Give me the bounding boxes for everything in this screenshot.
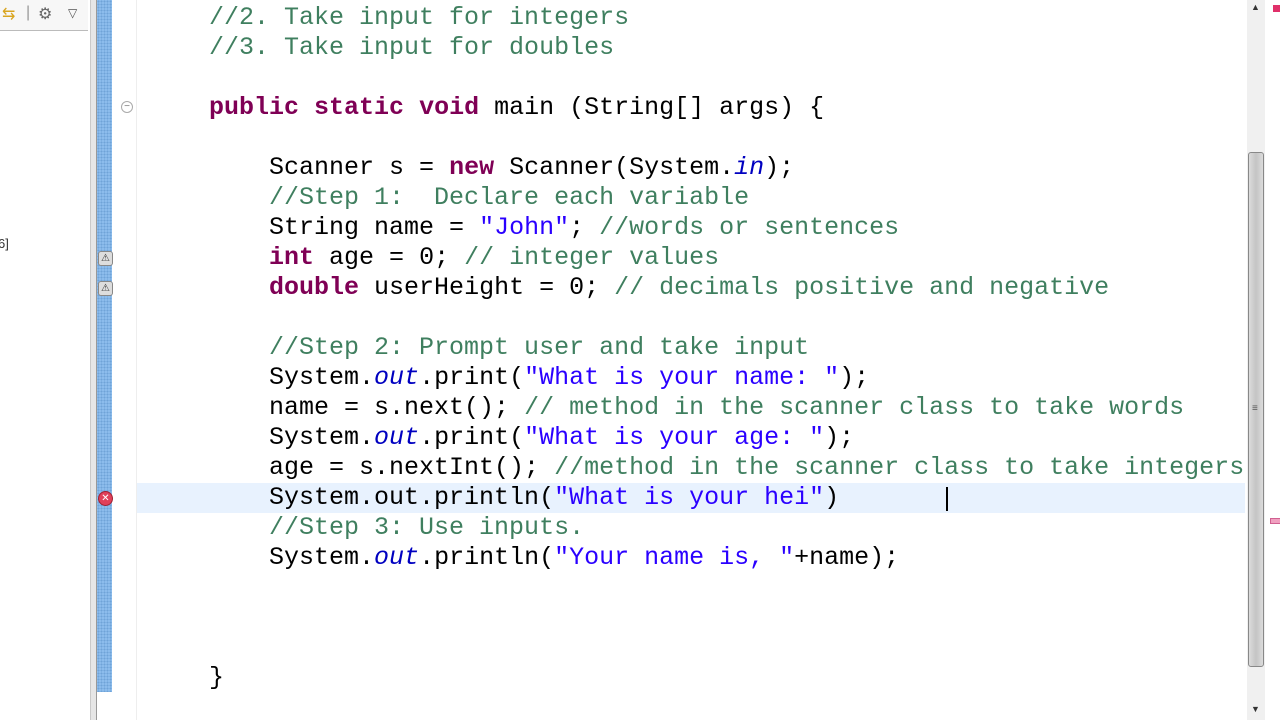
code-token: Scanner(System. xyxy=(494,153,735,182)
code-token: // integer values xyxy=(464,243,720,272)
warning-icon[interactable]: ⚠ xyxy=(98,251,113,266)
annotation-stripe xyxy=(97,0,112,692)
code-token: "John" xyxy=(479,213,570,242)
tree-item-label[interactable]: 6] xyxy=(0,236,9,251)
code-token: ; xyxy=(569,213,600,242)
code-line[interactable]: } xyxy=(149,663,224,693)
code-line[interactable]: //3. Take input for doubles xyxy=(149,33,614,63)
code-token: void xyxy=(419,93,480,122)
code-editor[interactable]: //2. Take input for integers //3. Take i… xyxy=(137,0,1247,720)
code-line[interactable]: double userHeight = 0; // decimals posit… xyxy=(149,273,1109,303)
code-token: //words or sentences xyxy=(599,213,900,242)
sync-arrows-icon[interactable]: ⇆ xyxy=(2,4,15,24)
code-line[interactable]: name = s.next(); // method in the scanne… xyxy=(149,393,1184,423)
warning-icon[interactable]: ⚠ xyxy=(98,281,113,296)
package-explorer-panel: ⇆ | ⚙ ▽ 6] xyxy=(0,0,91,720)
grip-icon: ≡ xyxy=(1252,403,1258,414)
error-marker[interactable] xyxy=(1270,518,1280,524)
scroll-up-icon[interactable]: ▲ xyxy=(1251,2,1260,12)
code-token: System. xyxy=(149,363,375,392)
code-token: System. xyxy=(149,423,375,452)
code-token: ); xyxy=(824,423,855,452)
code-line[interactable]: //Step 2: Prompt user and take input xyxy=(149,333,809,363)
code-token: "Your name is, " xyxy=(554,543,795,572)
view-menu-icon[interactable]: ▽ xyxy=(68,6,77,20)
code-token: //method in the scanner class to take in… xyxy=(554,453,1245,482)
code-token: // decimals positive and negative xyxy=(614,273,1110,302)
code-token: // method in the scanner class to take w… xyxy=(524,393,1185,422)
code-line[interactable]: //Step 3: Use inputs. xyxy=(149,513,584,543)
code-token: out xyxy=(374,363,420,392)
code-token: "What is your age: " xyxy=(524,423,825,452)
code-token: .print( xyxy=(419,423,525,452)
code-token: out xyxy=(374,423,420,452)
code-token: ) xyxy=(824,483,840,512)
code-token: static xyxy=(314,93,405,122)
code-line[interactable]: Scanner s = new Scanner(System.in); xyxy=(149,153,794,183)
code-token: +name); xyxy=(794,543,900,572)
code-token: String name = xyxy=(149,213,480,242)
code-token: ); xyxy=(839,363,870,392)
code-line[interactable]: public static void main (String[] args) … xyxy=(149,93,824,123)
code-token: //Step 1: Declare each variable xyxy=(149,183,750,212)
code-line[interactable]: System.out.println("What is your hei") xyxy=(149,483,839,513)
code-token: "What is your name: " xyxy=(524,363,840,392)
error-summary-icon[interactable] xyxy=(1273,5,1280,12)
code-line[interactable]: String name = "John"; //words or sentenc… xyxy=(149,213,899,243)
code-token: .println( xyxy=(419,543,555,572)
code-token: "What is your hei" xyxy=(554,483,825,512)
code-token: //Step 2: Prompt user and take input xyxy=(149,333,810,362)
scrollbar-thumb[interactable]: ≡ xyxy=(1248,152,1264,667)
code-token: ); xyxy=(764,153,795,182)
code-token: in xyxy=(734,153,765,182)
fold-collapse-icon[interactable]: − xyxy=(121,101,133,113)
error-icon[interactable]: ✕ xyxy=(98,491,113,506)
code-line[interactable]: //Step 1: Declare each variable xyxy=(149,183,749,213)
code-token: public xyxy=(209,93,300,122)
overview-ruler xyxy=(1265,0,1280,720)
code-line[interactable]: //2. Take input for integers xyxy=(149,3,629,33)
code-token: userHeight = 0; xyxy=(359,273,615,302)
code-line[interactable]: age = s.nextInt(); //method in the scann… xyxy=(149,453,1244,483)
code-line[interactable]: int age = 0; // integer values xyxy=(149,243,719,273)
text-caret xyxy=(946,487,948,511)
gears-icon[interactable]: ⚙ xyxy=(38,4,52,24)
code-token: int xyxy=(269,243,315,272)
code-token: new xyxy=(449,153,495,182)
code-token: .print( xyxy=(419,363,525,392)
code-token: //3. Take input for doubles xyxy=(149,33,615,62)
code-token: } xyxy=(149,663,225,692)
code-line[interactable]: System.out.print("What is your name: "); xyxy=(149,363,869,393)
code-line[interactable]: System.out.print("What is your age: "); xyxy=(149,423,854,453)
code-token: System.out.println( xyxy=(149,483,555,512)
code-token: out xyxy=(374,543,420,572)
panel-toolbar: ⇆ | ⚙ ▽ xyxy=(0,0,88,31)
code-token: age = s.nextInt(); xyxy=(149,453,555,482)
code-token: main (String[] args) { xyxy=(479,93,825,122)
code-token: //2. Take input for integers xyxy=(149,3,630,32)
code-token: double xyxy=(269,273,360,302)
code-token: //Step 3: Use inputs. xyxy=(149,513,585,542)
code-token: Scanner s = xyxy=(149,153,450,182)
code-line[interactable]: System.out.println("Your name is, "+name… xyxy=(149,543,899,573)
code-token: name = s.next(); xyxy=(149,393,525,422)
code-token: System. xyxy=(149,543,375,572)
scroll-down-icon[interactable]: ▼ xyxy=(1251,704,1260,714)
code-token: age = 0; xyxy=(314,243,465,272)
